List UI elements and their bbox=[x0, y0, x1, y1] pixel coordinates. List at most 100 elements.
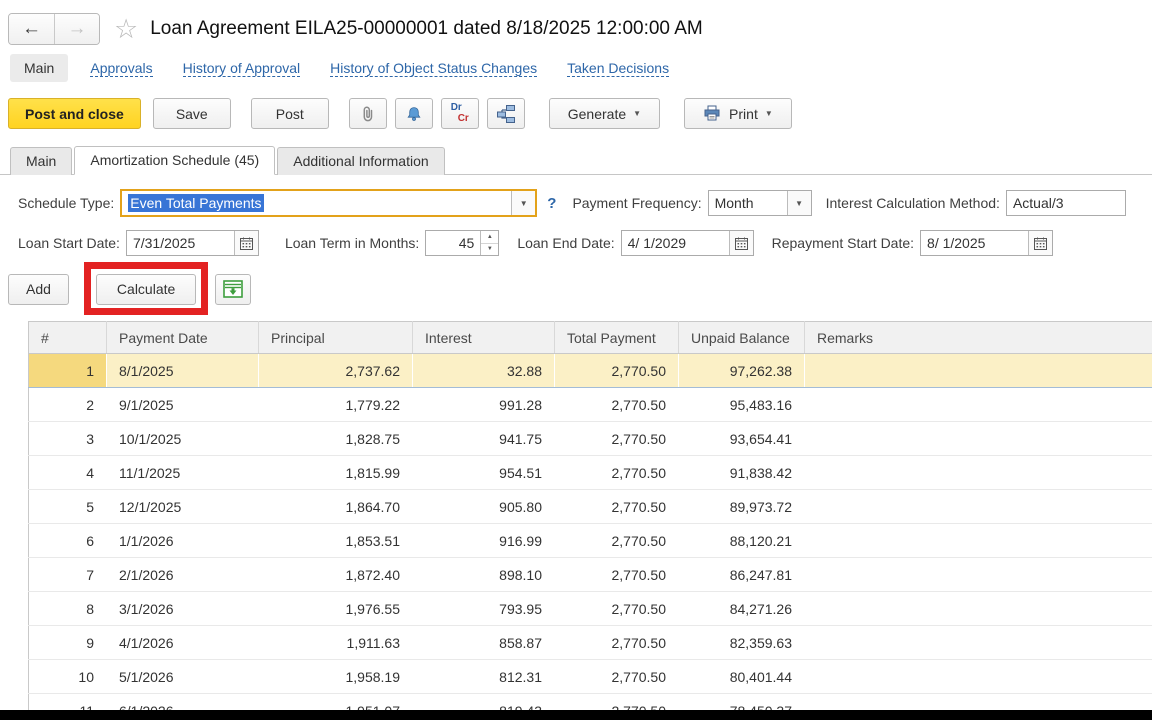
table-row[interactable]: 94/1/20261,911.63858.872,770.5082,359.63 bbox=[29, 626, 1152, 660]
table-cell[interactable]: 2,770.50 bbox=[555, 524, 679, 558]
row-number-cell[interactable]: 10 bbox=[29, 660, 107, 694]
nav-tab-taken-decisions[interactable]: Taken Decisions bbox=[567, 60, 669, 77]
table-cell[interactable]: 88,120.21 bbox=[679, 524, 805, 558]
add-button[interactable]: Add bbox=[8, 274, 69, 305]
row-number-cell[interactable]: 5 bbox=[29, 490, 107, 524]
post-and-close-button[interactable]: Post and close bbox=[8, 98, 141, 129]
table-cell[interactable]: 1,976.55 bbox=[259, 592, 413, 626]
table-cell[interactable]: 32.88 bbox=[413, 354, 555, 388]
table-cell[interactable]: 11/1/2025 bbox=[107, 456, 259, 490]
tab-additional-information[interactable]: Additional Information bbox=[277, 147, 444, 175]
table-cell[interactable]: 2/1/2026 bbox=[107, 558, 259, 592]
table-cell[interactable]: 4/1/2026 bbox=[107, 626, 259, 660]
table-cell[interactable]: 9/1/2025 bbox=[107, 388, 259, 422]
table-cell[interactable]: 2,770.50 bbox=[555, 626, 679, 660]
table-row[interactable]: 61/1/20261,853.51916.992,770.5088,120.21 bbox=[29, 524, 1152, 558]
column-header-principal[interactable]: Principal bbox=[259, 322, 413, 354]
table-cell[interactable] bbox=[805, 490, 1152, 524]
table-row[interactable]: 83/1/20261,976.55793.952,770.5084,271.26 bbox=[29, 592, 1152, 626]
table-cell[interactable]: 1,872.40 bbox=[259, 558, 413, 592]
table-cell[interactable]: 95,483.16 bbox=[679, 388, 805, 422]
table-cell[interactable]: 991.28 bbox=[413, 388, 555, 422]
table-cell[interactable]: 5/1/2026 bbox=[107, 660, 259, 694]
table-cell[interactable]: 812.31 bbox=[413, 660, 555, 694]
row-number-cell[interactable]: 9 bbox=[29, 626, 107, 660]
chevron-down-icon[interactable]: ▼ bbox=[787, 191, 811, 215]
table-row[interactable]: 310/1/20251,828.75941.752,770.5093,654.4… bbox=[29, 422, 1152, 456]
table-cell[interactable]: 2,770.50 bbox=[555, 354, 679, 388]
loan-start-date-field[interactable]: 7/31/2025 bbox=[126, 230, 259, 256]
table-cell[interactable]: 84,271.26 bbox=[679, 592, 805, 626]
table-cell[interactable]: 93,654.41 bbox=[679, 422, 805, 456]
table-cell[interactable]: 80,401.44 bbox=[679, 660, 805, 694]
spinner-up-icon[interactable]: ▲ bbox=[481, 231, 498, 244]
forward-button[interactable]: → bbox=[54, 14, 99, 44]
nav-tab-history-of-object-status-changes[interactable]: History of Object Status Changes bbox=[330, 60, 537, 77]
calendar-icon[interactable] bbox=[729, 231, 753, 255]
table-cell[interactable]: 916.99 bbox=[413, 524, 555, 558]
table-cell[interactable]: 1,828.75 bbox=[259, 422, 413, 456]
table-cell[interactable]: 1,864.70 bbox=[259, 490, 413, 524]
table-cell[interactable]: 905.80 bbox=[413, 490, 555, 524]
chevron-down-icon[interactable]: ▼ bbox=[511, 191, 535, 215]
table-row[interactable]: 18/1/20252,737.6232.882,770.5097,262.38 bbox=[29, 354, 1152, 388]
table-cell[interactable]: 89,973.72 bbox=[679, 490, 805, 524]
calendar-icon[interactable] bbox=[1028, 231, 1052, 255]
table-cell[interactable] bbox=[805, 456, 1152, 490]
tab-main[interactable]: Main bbox=[10, 147, 72, 175]
row-number-cell[interactable]: 6 bbox=[29, 524, 107, 558]
nav-tab-history-of-approval[interactable]: History of Approval bbox=[183, 60, 301, 77]
table-cell[interactable]: 954.51 bbox=[413, 456, 555, 490]
table-cell[interactable] bbox=[805, 388, 1152, 422]
table-cell[interactable]: 1,779.22 bbox=[259, 388, 413, 422]
column-header-interest[interactable]: Interest bbox=[413, 322, 555, 354]
table-cell[interactable]: 2,770.50 bbox=[555, 456, 679, 490]
favorite-star-icon[interactable]: ☆ bbox=[114, 16, 138, 43]
table-row[interactable]: 411/1/20251,815.99954.512,770.5091,838.4… bbox=[29, 456, 1152, 490]
table-cell[interactable]: 898.10 bbox=[413, 558, 555, 592]
table-cell[interactable]: 858.87 bbox=[413, 626, 555, 660]
table-cell[interactable] bbox=[805, 558, 1152, 592]
row-number-cell[interactable]: 8 bbox=[29, 592, 107, 626]
save-button[interactable]: Save bbox=[153, 98, 231, 129]
calculate-button[interactable]: Calculate bbox=[96, 274, 196, 305]
table-cell[interactable] bbox=[805, 592, 1152, 626]
table-cell[interactable] bbox=[805, 422, 1152, 456]
row-number-cell[interactable]: 3 bbox=[29, 422, 107, 456]
nav-tab-main[interactable]: Main bbox=[10, 54, 68, 82]
table-row[interactable]: 512/1/20251,864.70905.802,770.5089,973.7… bbox=[29, 490, 1152, 524]
table-cell[interactable]: 82,359.63 bbox=[679, 626, 805, 660]
reminder-button[interactable] bbox=[395, 98, 433, 129]
payment-frequency-combobox[interactable]: Month ▼ bbox=[708, 190, 812, 216]
table-cell[interactable]: 1,958.19 bbox=[259, 660, 413, 694]
table-cell[interactable]: 8/1/2025 bbox=[107, 354, 259, 388]
table-cell[interactable]: 941.75 bbox=[413, 422, 555, 456]
table-cell[interactable]: 2,737.62 bbox=[259, 354, 413, 388]
calendar-icon[interactable] bbox=[234, 231, 258, 255]
nav-tab-approvals[interactable]: Approvals bbox=[90, 60, 152, 77]
column-header-number[interactable]: # bbox=[29, 322, 107, 354]
table-cell[interactable]: 1,815.99 bbox=[259, 456, 413, 490]
table-row[interactable]: 29/1/20251,779.22991.282,770.5095,483.16 bbox=[29, 388, 1152, 422]
interest-calc-method-field[interactable]: Actual/3 bbox=[1006, 190, 1126, 216]
loan-end-date-field[interactable]: 4/ 1/2029 bbox=[621, 230, 754, 256]
column-header-total-payment[interactable]: Total Payment bbox=[555, 322, 679, 354]
loan-term-field[interactable]: 45 ▲ ▼ bbox=[425, 230, 499, 256]
post-button[interactable]: Post bbox=[251, 98, 329, 129]
row-number-cell[interactable]: 1 bbox=[29, 354, 107, 388]
table-cell[interactable]: 1/1/2026 bbox=[107, 524, 259, 558]
attachments-button[interactable] bbox=[349, 98, 387, 129]
back-button[interactable]: ← bbox=[9, 14, 54, 44]
table-cell[interactable]: 86,247.81 bbox=[679, 558, 805, 592]
table-cell[interactable]: 1,853.51 bbox=[259, 524, 413, 558]
table-cell[interactable]: 12/1/2025 bbox=[107, 490, 259, 524]
row-number-cell[interactable]: 4 bbox=[29, 456, 107, 490]
table-cell[interactable]: 97,262.38 bbox=[679, 354, 805, 388]
tab-amortization-schedule-45[interactable]: Amortization Schedule (45) bbox=[74, 146, 275, 175]
row-number-cell[interactable]: 2 bbox=[29, 388, 107, 422]
structure-button[interactable] bbox=[487, 98, 525, 129]
table-cell[interactable]: 3/1/2026 bbox=[107, 592, 259, 626]
spinner-down-icon[interactable]: ▼ bbox=[481, 244, 498, 256]
column-header-unpaid-balance[interactable]: Unpaid Balance bbox=[679, 322, 805, 354]
table-cell[interactable] bbox=[805, 626, 1152, 660]
